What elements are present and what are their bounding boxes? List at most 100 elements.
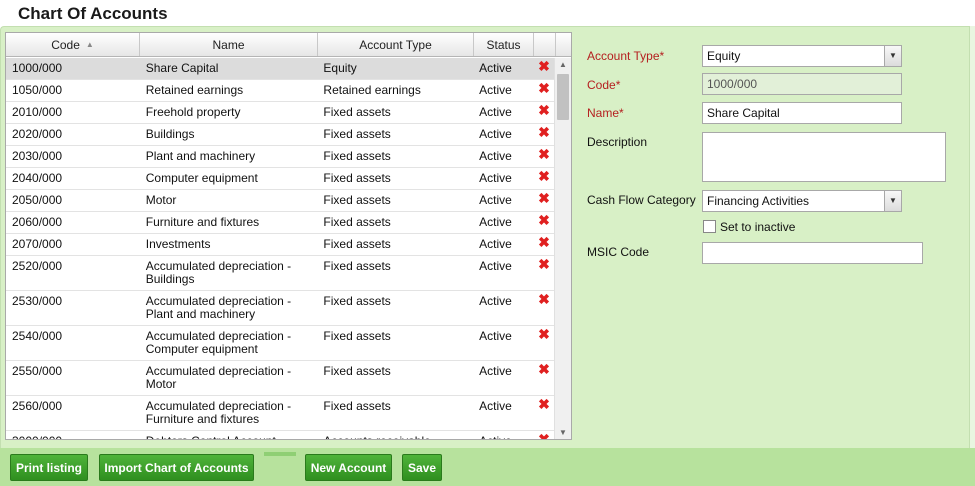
cell-status: Active bbox=[479, 193, 512, 207]
cell-status: Active bbox=[479, 61, 512, 75]
column-header-code[interactable]: Code ▲ bbox=[6, 33, 140, 56]
cell-code: 2020/000 bbox=[12, 127, 63, 141]
cell-name: Freehold property bbox=[145, 105, 241, 119]
table-row[interactable]: 2040/000 Computer equipment Fixed assets… bbox=[6, 168, 555, 190]
cell-status: Active bbox=[479, 171, 512, 185]
set-inactive-checkbox[interactable] bbox=[703, 220, 716, 233]
table-row[interactable]: 2070/000 Investments Fixed assets Active… bbox=[6, 234, 555, 256]
table-row[interactable]: 1050/000 Retained earnings Retained earn… bbox=[6, 80, 555, 102]
column-header-status[interactable]: Status bbox=[474, 33, 534, 56]
cell-name: Debtors Control Account bbox=[140, 431, 318, 440]
table-row[interactable]: 2520/000 Accumulated depreciation - Buil… bbox=[6, 256, 555, 291]
cell-account-type: Accounts receivable bbox=[317, 431, 473, 440]
chevron-down-icon[interactable]: ▼ bbox=[884, 46, 901, 66]
description-label: Description bbox=[587, 135, 648, 149]
cell-status: Active bbox=[479, 294, 512, 308]
column-header-code-label: Code bbox=[51, 37, 80, 52]
cell-status: Active bbox=[479, 105, 512, 119]
delete-x-icon[interactable]: ✖ bbox=[533, 124, 555, 145]
set-inactive-label: Set to inactive bbox=[720, 220, 796, 234]
name-field[interactable]: Share Capital bbox=[702, 102, 902, 124]
accounts-grid: Code ▲ Name Account Type Status 1000/000… bbox=[5, 32, 572, 440]
right-edge-strip bbox=[969, 26, 975, 448]
delete-x-icon[interactable]: ✖ bbox=[533, 58, 555, 79]
sort-ascending-icon: ▲ bbox=[85, 40, 94, 49]
table-row[interactable]: 2020/000 Buildings Fixed assets Active ✖ bbox=[6, 124, 555, 146]
table-row[interactable]: 2540/000 Accumulated depreciation - Comp… bbox=[6, 326, 555, 361]
import-chart-of-accounts-button[interactable]: Import Chart of Accounts bbox=[99, 454, 254, 481]
scroll-up-arrow-icon[interactable]: ▲ bbox=[555, 58, 571, 72]
new-account-button[interactable]: New Account bbox=[305, 454, 392, 481]
delete-x-icon[interactable]: ✖ bbox=[533, 431, 555, 439]
column-header-account-type[interactable]: Account Type bbox=[318, 33, 474, 56]
table-row[interactable]: 3000/000 Debtors Control Account Account… bbox=[6, 431, 555, 440]
cell-status: Active bbox=[479, 127, 512, 141]
cell-name: Accumulated depreciation - Computer equi… bbox=[145, 329, 292, 356]
msic-code-field[interactable] bbox=[702, 242, 923, 264]
cell-status: Active bbox=[479, 237, 512, 251]
cell-code: 2530/000 bbox=[12, 294, 63, 308]
delete-x-icon[interactable]: ✖ bbox=[533, 212, 555, 233]
scrollbar-thumb[interactable] bbox=[557, 74, 569, 120]
save-button[interactable]: Save bbox=[402, 454, 442, 481]
cell-code: 2030/000 bbox=[12, 149, 63, 163]
scroll-down-arrow-icon[interactable]: ▼ bbox=[555, 426, 571, 439]
cell-status: Active bbox=[479, 399, 512, 413]
delete-x-icon[interactable]: ✖ bbox=[533, 256, 555, 290]
table-row[interactable]: 1000/000 Share Capital Equity Active ✖ bbox=[6, 58, 555, 80]
description-field[interactable] bbox=[702, 132, 946, 182]
delete-x-icon[interactable]: ✖ bbox=[533, 234, 555, 255]
cell-name: Accumulated depreciation - Furniture and… bbox=[145, 399, 292, 426]
code-label: Code* bbox=[587, 78, 621, 92]
cell-status: Active bbox=[479, 83, 512, 97]
delete-x-icon[interactable]: ✖ bbox=[533, 80, 555, 101]
cell-code: 1000/000 bbox=[12, 61, 63, 75]
cell-code: 2070/000 bbox=[12, 237, 63, 251]
cell-code: 2560/000 bbox=[12, 399, 63, 413]
chevron-down-icon[interactable]: ▼ bbox=[884, 191, 901, 211]
cell-status: Active bbox=[479, 215, 512, 229]
delete-x-icon[interactable]: ✖ bbox=[533, 168, 555, 189]
page-title: Chart Of Accounts bbox=[18, 4, 168, 23]
cell-status: Active bbox=[473, 431, 533, 440]
cash-flow-category-value: Financing Activities bbox=[707, 194, 810, 208]
cell-account-type: Equity bbox=[323, 61, 357, 75]
cell-status: Active bbox=[479, 329, 512, 343]
cell-name: Investments bbox=[145, 237, 211, 251]
delete-x-icon[interactable]: ✖ bbox=[533, 396, 555, 430]
code-field[interactable]: 1000/000 bbox=[702, 73, 902, 95]
table-row[interactable]: 2030/000 Plant and machinery Fixed asset… bbox=[6, 146, 555, 168]
table-row[interactable]: 2560/000 Accumulated depreciation - Furn… bbox=[6, 396, 555, 431]
delete-x-icon[interactable]: ✖ bbox=[533, 326, 555, 360]
cell-name: Accumulated depreciation - Buildings bbox=[145, 259, 292, 286]
print-listing-button[interactable]: Print listing bbox=[10, 454, 88, 481]
cell-status: Active bbox=[479, 259, 512, 273]
cell-name: Furniture and fixtures bbox=[145, 215, 260, 229]
table-row[interactable]: 2060/000 Furniture and fixtures Fixed as… bbox=[6, 212, 555, 234]
account-type-select[interactable]: Equity ▼ bbox=[702, 45, 902, 67]
delete-x-icon[interactable]: ✖ bbox=[533, 102, 555, 123]
grid-rows: 1000/000 Share Capital Equity Active ✖ 1… bbox=[6, 58, 555, 440]
msic-code-label: MSIC Code bbox=[587, 245, 650, 259]
column-header-name[interactable]: Name bbox=[140, 33, 318, 56]
delete-x-icon[interactable]: ✖ bbox=[533, 291, 555, 325]
table-row[interactable]: 2550/000 Accumulated depreciation - Moto… bbox=[6, 361, 555, 396]
column-header-delete bbox=[534, 33, 556, 56]
delete-x-icon[interactable]: ✖ bbox=[533, 190, 555, 211]
table-row[interactable]: 2010/000 Freehold property Fixed assets … bbox=[6, 102, 555, 124]
cell-account-type: Fixed assets bbox=[323, 193, 391, 207]
cell-code: 2060/000 bbox=[12, 215, 63, 229]
cell-code: 3000/000 bbox=[6, 431, 140, 440]
cell-account-type: Fixed assets bbox=[323, 294, 391, 308]
cell-account-type: Fixed assets bbox=[323, 105, 391, 119]
table-row[interactable]: 2530/000 Accumulated depreciation - Plan… bbox=[6, 291, 555, 326]
cell-code: 1050/000 bbox=[12, 83, 63, 97]
cell-name: Accumulated depreciation - Plant and mac… bbox=[145, 294, 292, 321]
cash-flow-category-select[interactable]: Financing Activities ▼ bbox=[702, 190, 902, 212]
delete-x-icon[interactable]: ✖ bbox=[533, 361, 555, 395]
cell-status: Active bbox=[479, 149, 512, 163]
table-row[interactable]: 2050/000 Motor Fixed assets Active ✖ bbox=[6, 190, 555, 212]
grid-scrollbar[interactable]: ▲ ▼ bbox=[554, 58, 571, 439]
delete-x-icon[interactable]: ✖ bbox=[533, 146, 555, 167]
cell-code: 2540/000 bbox=[12, 329, 63, 343]
